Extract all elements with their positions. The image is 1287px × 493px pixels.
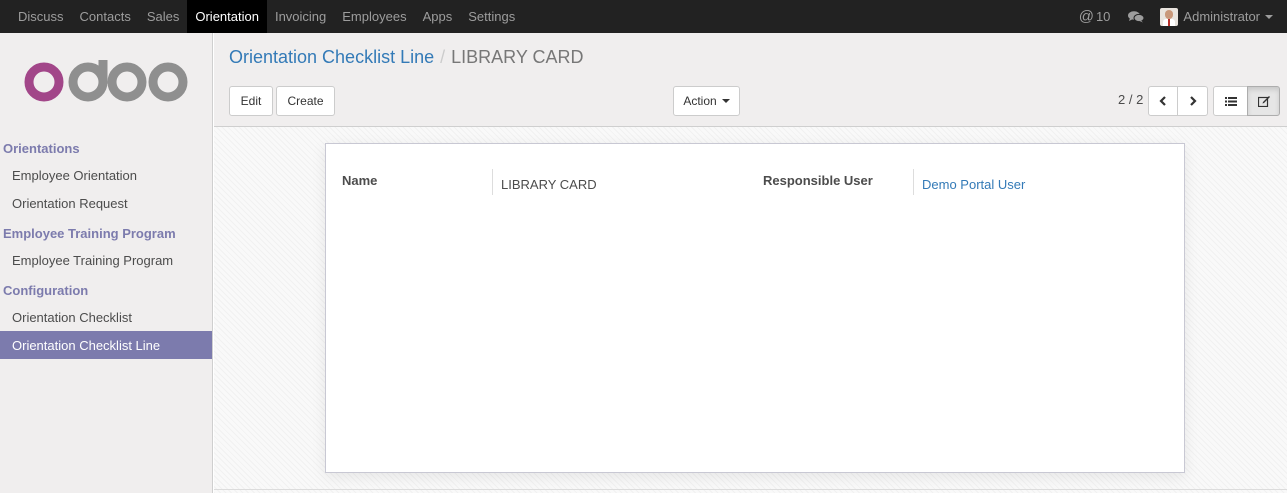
sidebar-item-orientation-checklist-line[interactable]: Orientation Checklist Line bbox=[0, 331, 212, 359]
mentions-count: 10 bbox=[1095, 9, 1111, 24]
systray: @ 10 Administrator bbox=[1079, 0, 1287, 33]
form-view-background: Name LIBRARY CARD Responsible User Demo … bbox=[214, 127, 1287, 493]
pager-value[interactable]: 2 / 2 bbox=[1118, 92, 1143, 107]
name-field[interactable]: LIBRARY CARD bbox=[492, 169, 597, 195]
breadcrumb-parent[interactable]: Orientation Checklist Line bbox=[229, 47, 434, 68]
odoo-logo-icon bbox=[24, 60, 188, 102]
pager-next-button[interactable] bbox=[1177, 86, 1208, 116]
at-icon: @ bbox=[1078, 8, 1094, 25]
section-configuration: Configuration bbox=[3, 282, 89, 298]
list-icon bbox=[1224, 97, 1237, 106]
menu-discuss[interactable]: Discuss bbox=[10, 0, 72, 33]
pager-previous-button[interactable] bbox=[1148, 86, 1178, 116]
list-view-button[interactable] bbox=[1213, 86, 1248, 116]
user-name: Administrator bbox=[1183, 9, 1260, 24]
edit-button[interactable]: Edit bbox=[229, 86, 273, 116]
caret-down-icon bbox=[721, 99, 730, 103]
responsible-user-link[interactable]: Demo Portal User bbox=[913, 169, 1025, 195]
form-sheet: Name LIBRARY CARD Responsible User Demo … bbox=[325, 143, 1185, 473]
mentions-button[interactable]: @ 10 bbox=[1079, 8, 1111, 25]
chevron-left-icon bbox=[1159, 96, 1166, 106]
sidebar-item-orientation-request[interactable]: Orientation Request bbox=[0, 189, 212, 217]
avatar bbox=[1160, 7, 1179, 26]
odoo-logo[interactable] bbox=[0, 33, 212, 131]
control-panel: Orientation Checklist Line / LIBRARY CAR… bbox=[214, 33, 1287, 127]
action-dropdown[interactable]: Action bbox=[673, 86, 740, 116]
form-view-button[interactable] bbox=[1247, 86, 1280, 116]
chevron-right-icon bbox=[1189, 96, 1197, 106]
menu-settings[interactable]: Settings bbox=[460, 0, 523, 33]
menu-orientation[interactable]: Orientation bbox=[187, 0, 267, 33]
breadcrumb-current: LIBRARY CARD bbox=[451, 47, 584, 67]
top-navbar: Discuss Contacts Sales Orientation Invoi… bbox=[0, 0, 1287, 33]
divider bbox=[214, 489, 1287, 490]
comments-icon[interactable] bbox=[1128, 10, 1145, 23]
section-orientations: Orientations bbox=[3, 140, 80, 156]
name-label: Name bbox=[342, 173, 378, 188]
menu-invoicing[interactable]: Invoicing bbox=[267, 0, 334, 33]
sidebar-item-employee-orientation[interactable]: Employee Orientation bbox=[0, 161, 212, 189]
breadcrumb: Orientation Checklist Line / LIBRARY CAR… bbox=[229, 47, 584, 68]
sidebar: Orientations Employee Orientation Orient… bbox=[0, 33, 213, 493]
sidebar-item-orientation-checklist[interactable]: Orientation Checklist bbox=[0, 303, 212, 331]
menu-apps[interactable]: Apps bbox=[415, 0, 461, 33]
action-label: Action bbox=[683, 94, 717, 108]
menu-sales[interactable]: Sales bbox=[139, 0, 188, 33]
menu-employees[interactable]: Employees bbox=[334, 0, 414, 33]
breadcrumb-separator: / bbox=[440, 47, 446, 67]
sidebar-item-employee-training-program[interactable]: Employee Training Program bbox=[0, 246, 212, 274]
caret-down-icon bbox=[1265, 14, 1273, 19]
responsible-user-label: Responsible User bbox=[763, 173, 873, 188]
app-menu: Discuss Contacts Sales Orientation Invoi… bbox=[0, 0, 523, 33]
user-menu[interactable]: Administrator bbox=[1160, 7, 1273, 26]
edit-icon bbox=[1257, 96, 1270, 107]
menu-contacts[interactable]: Contacts bbox=[72, 0, 139, 33]
section-employee-training-program: Employee Training Program bbox=[3, 225, 176, 241]
create-button[interactable]: Create bbox=[276, 86, 335, 116]
